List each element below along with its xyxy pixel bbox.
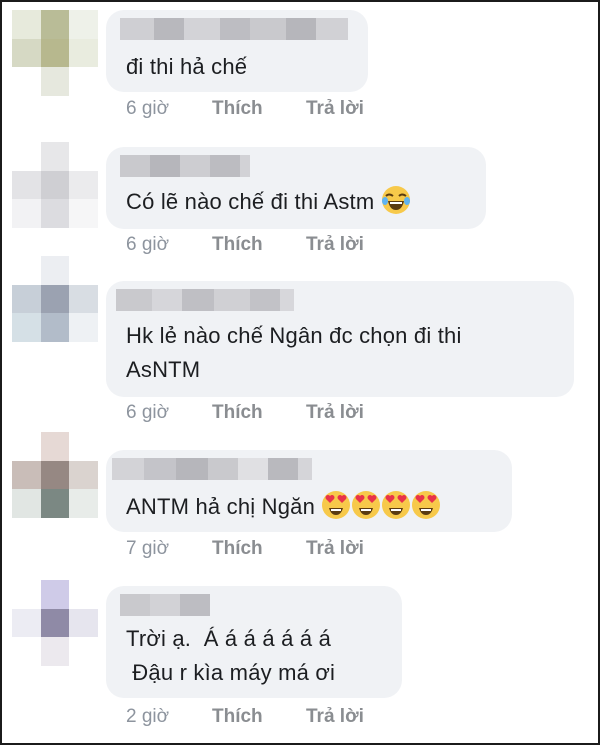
author-name-blurred[interactable] bbox=[120, 155, 250, 177]
heart-eyes-emoji bbox=[321, 490, 351, 520]
heart-eyes-emoji bbox=[351, 490, 381, 520]
comment-bubble: đi thi hả chế bbox=[106, 10, 368, 92]
comment-time[interactable]: 6 giờ bbox=[126, 98, 212, 120]
author-name-blurred[interactable] bbox=[120, 18, 348, 40]
reply-button[interactable]: Trả lời bbox=[306, 402, 364, 424]
reply-button[interactable]: Trả lời bbox=[306, 706, 364, 728]
comment-actions: 2 giờ Thích Trả lời bbox=[126, 706, 364, 728]
comment-actions: 6 giờ Thích Trả lời bbox=[126, 402, 364, 424]
author-name-blurred[interactable] bbox=[116, 289, 294, 311]
comment-text-line-2: AsNTM bbox=[126, 357, 201, 382]
like-button[interactable]: Thích bbox=[212, 234, 306, 256]
comment-text: Có lẽ nào chế đi thi Astm bbox=[126, 185, 411, 219]
comment-actions: 6 giờ Thích Trả lời bbox=[126, 98, 364, 120]
comment-thread: đi thi hả chế 6 giờ Thích Trả lời Có lẽ … bbox=[0, 0, 600, 745]
like-button[interactable]: Thích bbox=[212, 706, 306, 728]
heart-eyes-emoji bbox=[411, 490, 441, 520]
reply-button[interactable]: Trả lời bbox=[306, 538, 364, 560]
comment-actions: 7 giờ Thích Trả lời bbox=[126, 538, 364, 560]
heart-eyes-emoji bbox=[381, 490, 411, 520]
comment-bubble: ANTM hả chị Ngăn bbox=[106, 450, 512, 532]
comment-text-line-2: Đậu r kìa máy má ơi bbox=[126, 660, 336, 685]
comment-time[interactable]: 6 giờ bbox=[126, 234, 212, 256]
avatar[interactable] bbox=[12, 580, 98, 666]
avatar[interactable] bbox=[12, 432, 98, 518]
like-button[interactable]: Thích bbox=[212, 538, 306, 560]
avatar[interactable] bbox=[12, 10, 98, 96]
laughing-tears-emoji bbox=[381, 185, 411, 215]
comment-time[interactable]: 2 giờ bbox=[126, 706, 212, 728]
comment-text: Hk lẻ nào chế Ngân đc chọn đi thi bbox=[126, 323, 462, 348]
comment-text: Trời ạ. Á á á á á á á bbox=[126, 626, 332, 651]
comment-text: đi thi hả chế bbox=[126, 54, 248, 79]
author-name-blurred[interactable] bbox=[112, 458, 312, 480]
like-button[interactable]: Thích bbox=[212, 402, 306, 424]
comment-bubble: Hk lẻ nào chế Ngân đc chọn đi thi AsNTM bbox=[106, 281, 574, 397]
author-name-blurred[interactable] bbox=[120, 594, 210, 616]
comment-actions: 6 giờ Thích Trả lời bbox=[126, 234, 364, 256]
avatar[interactable] bbox=[12, 256, 98, 342]
comment-bubble: Có lẽ nào chế đi thi Astm bbox=[106, 147, 486, 229]
comment-text: ANTM hả chị Ngăn bbox=[126, 490, 441, 524]
avatar[interactable] bbox=[12, 142, 98, 228]
reply-button[interactable]: Trả lời bbox=[306, 234, 364, 256]
comment-time[interactable]: 7 giờ bbox=[126, 538, 212, 560]
comment-bubble: Trời ạ. Á á á á á á á Đậu r kìa máy má ơ… bbox=[106, 586, 402, 698]
like-button[interactable]: Thích bbox=[212, 98, 306, 120]
reply-button[interactable]: Trả lời bbox=[306, 98, 364, 120]
comment-time[interactable]: 6 giờ bbox=[126, 402, 212, 424]
